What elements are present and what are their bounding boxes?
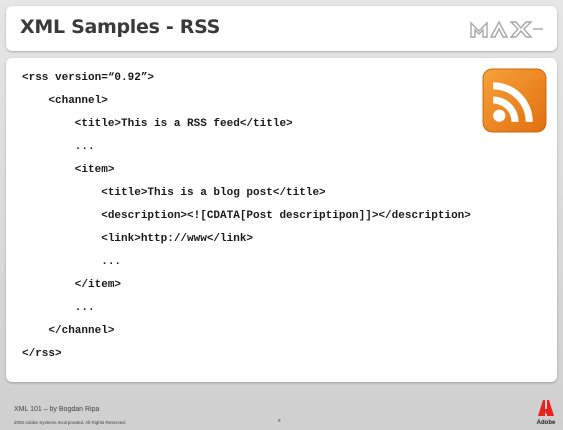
code-line: </channel> <box>22 325 115 337</box>
code-line: <title>This is a RSS feed</title> <box>22 118 293 130</box>
rss-feed-icon <box>482 68 547 133</box>
footer-presentation-title: XML 101 – by Bogdan Ripa <box>14 406 100 413</box>
max-logo-icon <box>470 20 543 38</box>
slide: XML Samples - RSS <rss version=“0.92”> <… <box>0 0 563 430</box>
code-line: <channel> <box>22 95 108 107</box>
code-line: <description><![CDATA[Post descriptipon]… <box>22 210 471 222</box>
code-line: <title>This is a blog post</title> <box>22 187 326 199</box>
footer-copyright: 2006 Adobe Systems Incorporated. All Rig… <box>14 420 127 425</box>
code-line: </rss> <box>22 348 62 360</box>
code-line: ... <box>22 256 122 268</box>
rss-code-sample: <rss version=“0.92”> <channel> <title>Th… <box>22 72 471 371</box>
title-bar: XML Samples - RSS <box>6 6 557 51</box>
code-line: <rss version=“0.92”> <box>22 72 155 84</box>
code-panel: <rss version=“0.92”> <channel> <title>Th… <box>6 58 557 382</box>
slide-title: XML Samples - RSS <box>20 16 221 38</box>
code-line: </item> <box>22 279 122 291</box>
code-line: ... <box>22 141 95 153</box>
code-line: ... <box>22 302 95 314</box>
adobe-logo-icon: Adobe <box>537 400 556 426</box>
adobe-wordmark: Adobe <box>537 420 556 426</box>
page-number: 9 <box>278 418 281 423</box>
code-line: <link>http://www</link> <box>22 233 254 245</box>
code-line: <item> <box>22 164 115 176</box>
